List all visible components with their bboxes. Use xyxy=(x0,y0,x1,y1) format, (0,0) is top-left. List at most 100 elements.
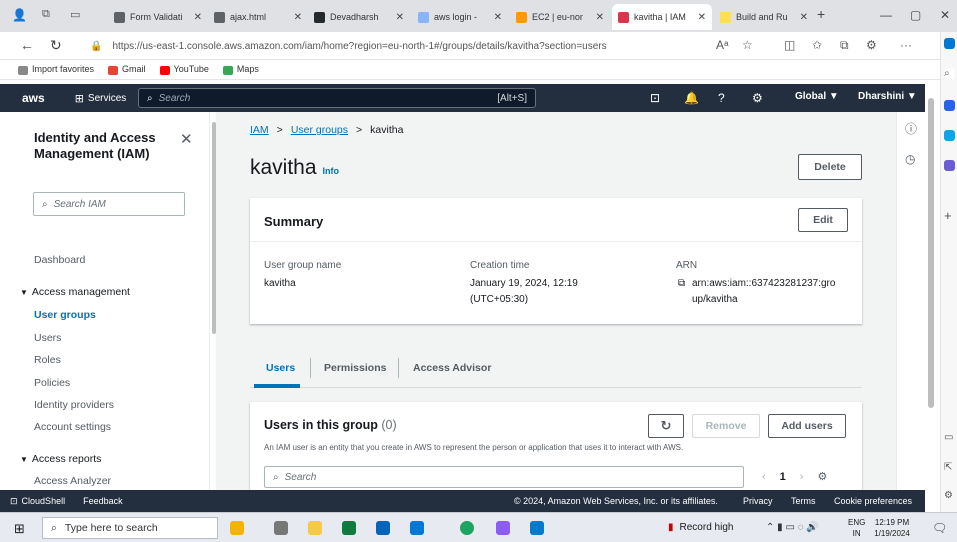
edge-browser-icon[interactable] xyxy=(460,521,474,535)
close-tab-icon[interactable]: ✕ xyxy=(796,12,808,23)
close-nav-icon[interactable]: ✕ xyxy=(180,130,193,148)
favorite-link[interactable]: Maps xyxy=(222,64,259,75)
read-aloud-icon[interactable]: Aᵃ xyxy=(716,38,728,52)
close-tab-icon[interactable]: ✕ xyxy=(592,12,604,23)
copy-icon[interactable]: ⧉ xyxy=(678,276,685,292)
close-tab-icon[interactable]: ✕ xyxy=(392,12,404,23)
nav-search-input[interactable]: ⌕ Search IAM xyxy=(33,192,185,216)
minimize-icon[interactable]: — xyxy=(880,8,892,22)
outlook-icon[interactable] xyxy=(944,130,955,141)
nav-policies[interactable]: Policies xyxy=(34,377,70,389)
taskbar-clock[interactable]: 12:19 PM 1/19/2024 xyxy=(872,517,912,539)
outlook-icon[interactable] xyxy=(410,521,424,535)
browser-tab[interactable]: Devadharsh ✕ xyxy=(308,4,410,30)
close-tab-icon[interactable]: ✕ xyxy=(290,12,302,23)
open-external-icon[interactable]: ⇱ xyxy=(944,462,955,473)
tab-permissions[interactable]: Permissions xyxy=(324,362,386,374)
language-indicator[interactable]: ENG IN xyxy=(848,517,865,539)
current-page[interactable]: 1 xyxy=(780,471,786,483)
remove-button[interactable]: Remove xyxy=(692,414,760,438)
workspaces-icon[interactable]: ⧉ xyxy=(42,8,50,21)
notifications-panel-icon[interactable]: ◷ xyxy=(905,152,915,166)
cloudshell-link[interactable]: ⊡ CloudShell xyxy=(10,496,65,507)
url-field[interactable]: 🔒 https://us-east-1.console.aws.amazon.c… xyxy=(90,36,690,56)
account-menu[interactable]: Dharshini ▼ xyxy=(858,91,917,102)
teams-icon[interactable] xyxy=(496,521,510,535)
settings-gear-icon[interactable]: ⚙ xyxy=(752,91,763,105)
split-screen-icon[interactable]: ◫ xyxy=(784,38,795,52)
tab-access-advisor[interactable]: Access Advisor xyxy=(413,362,491,374)
breadcrumb-user-groups[interactable]: User groups xyxy=(291,124,348,136)
services-menu-button[interactable]: ⊞ Services xyxy=(75,92,127,105)
next-page-icon[interactable]: › xyxy=(800,471,804,483)
teams-icon[interactable] xyxy=(944,160,955,171)
nav-account-settings[interactable]: Account settings xyxy=(34,421,111,433)
vscode-icon[interactable] xyxy=(530,521,544,535)
nav-section-access-reports[interactable]: ▼ Access reports xyxy=(20,453,101,465)
browser-tab[interactable]: EC2 | eu-nor ✕ xyxy=(510,4,610,30)
favorite-link[interactable]: YouTube xyxy=(159,64,209,75)
tools-icon[interactable] xyxy=(944,100,955,111)
new-tab-icon[interactable]: + xyxy=(817,6,825,22)
nav-user-groups[interactable]: User groups xyxy=(34,309,96,321)
refresh-button[interactable]: ↻ xyxy=(648,414,684,438)
sidebar-settings-icon[interactable]: ⚙ xyxy=(944,490,955,501)
notification-center-icon[interactable]: 🗨 xyxy=(932,521,947,535)
cookie-preferences-link[interactable]: Cookie preferences xyxy=(834,496,912,506)
back-icon[interactable]: ← xyxy=(20,37,34,53)
search-sidebar-icon[interactable]: ⌕ xyxy=(944,68,955,79)
region-selector[interactable]: Global ▼ xyxy=(795,91,839,102)
favorite-link[interactable]: Import favorites xyxy=(18,64,94,75)
nav-roles[interactable]: Roles xyxy=(34,354,61,366)
browser-tab[interactable]: ajax.html ✕ xyxy=(208,4,308,30)
close-window-icon[interactable]: ✕ xyxy=(940,8,950,22)
info-panel-icon[interactable]: ⓘ xyxy=(905,120,917,137)
add-sidebar-icon[interactable]: + xyxy=(944,208,955,223)
system-tray-icons[interactable]: ⌃ ▮ ▭ ◌ 🔊 xyxy=(766,522,819,533)
mail-icon[interactable] xyxy=(376,521,390,535)
add-users-button[interactable]: Add users xyxy=(768,414,846,438)
notifications-bell-icon[interactable]: 🔔 xyxy=(684,91,699,105)
taskbar-search-input[interactable]: ⌕ Type here to search xyxy=(42,517,218,539)
nav-identity-providers[interactable]: Identity providers xyxy=(34,399,114,411)
tab-actions-icon[interactable]: ▭ xyxy=(70,8,80,21)
delete-button[interactable]: Delete xyxy=(798,154,862,180)
prev-page-icon[interactable]: ‹ xyxy=(762,471,766,483)
extensions-icon[interactable]: ⚙ xyxy=(866,38,877,52)
page-scrollbar[interactable] xyxy=(928,98,934,408)
copilot-icon[interactable] xyxy=(944,38,955,49)
file-explorer-icon[interactable] xyxy=(308,521,322,535)
browser-tab[interactable]: kavitha | IAM ✕ xyxy=(612,4,712,30)
users-search-input[interactable]: ⌕ Search xyxy=(264,466,744,488)
browser-tab[interactable]: Build and Ru ✕ xyxy=(714,4,814,30)
weather-widget[interactable]: ▮ Record high xyxy=(668,522,733,533)
windows-start-icon[interactable]: ⊞ xyxy=(14,521,25,537)
privacy-link[interactable]: Privacy xyxy=(743,496,773,506)
browser-tab[interactable]: aws login - ✕ xyxy=(412,4,508,30)
nav-users[interactable]: Users xyxy=(34,332,61,344)
store-icon[interactable] xyxy=(342,521,356,535)
aws-search-input[interactable]: ⌕ Search [Alt+S] xyxy=(138,88,536,108)
nav-section-access-management[interactable]: ▼ Access management xyxy=(20,286,130,298)
restore-icon[interactable]: ▢ xyxy=(910,8,921,22)
favorite-star-icon[interactable]: ☆ xyxy=(742,38,753,52)
refresh-icon[interactable]: ↻ xyxy=(50,37,62,54)
help-icon[interactable]: ? xyxy=(718,91,725,105)
aws-logo[interactable]: aws xyxy=(22,91,45,105)
widget-app-icon[interactable] xyxy=(230,521,244,535)
more-menu-icon[interactable]: ··· xyxy=(900,38,912,52)
preferences-gear-icon[interactable]: ⚙ xyxy=(817,470,827,483)
edit-button[interactable]: Edit xyxy=(798,208,848,232)
close-tab-icon[interactable]: ✕ xyxy=(190,12,202,23)
cloudshell-icon[interactable]: ⊡ xyxy=(650,91,660,105)
favorites-icon[interactable]: ✩ xyxy=(812,38,822,52)
close-tab-icon[interactable]: ✕ xyxy=(490,12,502,23)
nav-dashboard[interactable]: Dashboard xyxy=(34,254,85,266)
collections-icon[interactable]: ⧉ xyxy=(840,38,849,53)
breadcrumb-iam[interactable]: IAM xyxy=(250,124,269,136)
sidebar-layout-icon[interactable]: ▭ xyxy=(944,432,955,443)
close-tab-icon[interactable]: ✕ xyxy=(694,12,706,23)
feedback-link[interactable]: Feedback xyxy=(83,496,123,506)
nav-access-analyzer[interactable]: Access Analyzer xyxy=(34,475,111,487)
browser-tab[interactable]: Form Validati ✕ xyxy=(108,4,208,30)
